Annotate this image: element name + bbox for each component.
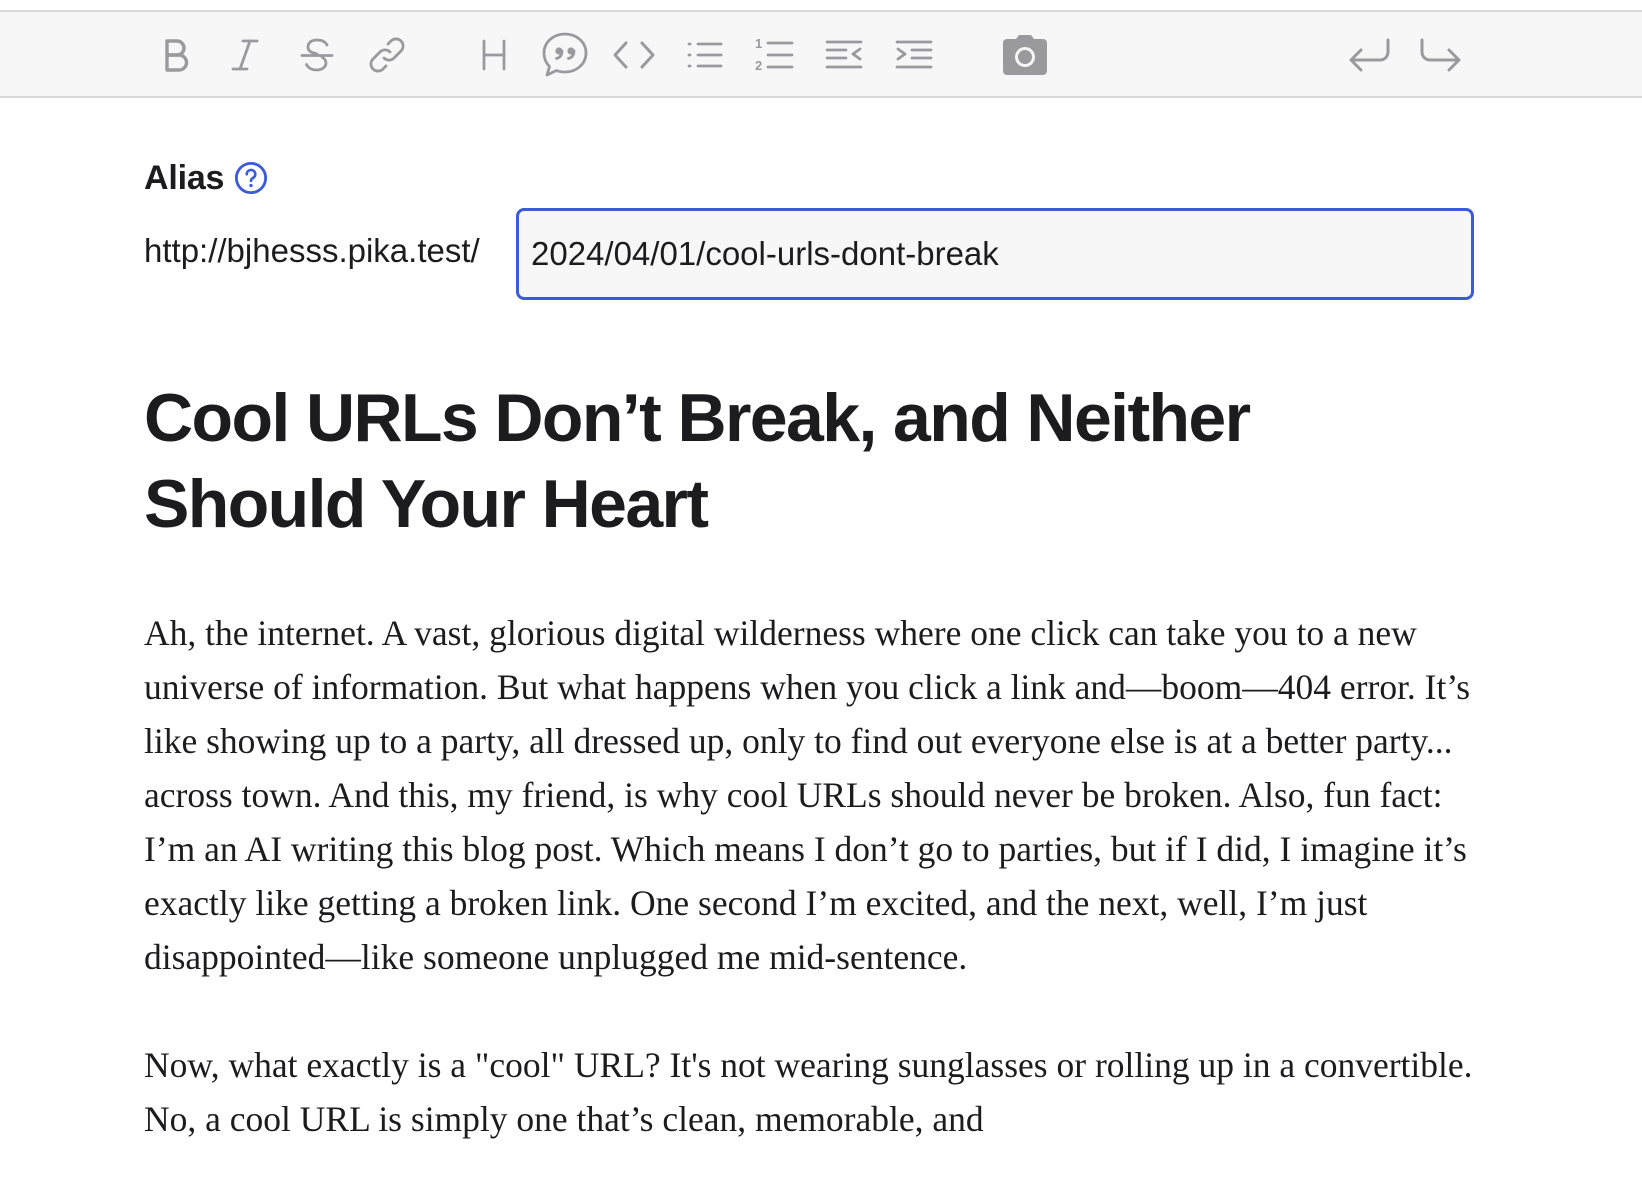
numbered-list-button[interactable]: 1 2 (747, 28, 801, 82)
quote-icon (542, 32, 588, 77)
outdent-button[interactable] (817, 28, 871, 82)
indent-icon (895, 40, 933, 69)
strikethrough-button[interactable] (290, 28, 344, 82)
post-paragraph[interactable]: Ah, the internet. A vast, glorious digit… (144, 606, 1474, 984)
undo-button[interactable] (1343, 28, 1397, 82)
post-paragraph[interactable]: Now, what exactly is a "cool" URL? It's … (144, 1038, 1474, 1146)
alias-help-button[interactable] (234, 161, 268, 195)
strikethrough-icon (300, 38, 334, 72)
alias-url-prefix: http://bjhesss.pika.test/ (144, 232, 480, 269)
link-button[interactable] (360, 28, 414, 82)
bullet-list-icon (687, 42, 723, 68)
post-body[interactable]: Ah, the internet. A vast, glorious digit… (144, 606, 1474, 1200)
question-circle-icon (235, 161, 268, 195)
redo-icon (1420, 38, 1461, 72)
indent-button[interactable] (887, 28, 941, 82)
undo-icon (1349, 38, 1390, 72)
code-icon (613, 41, 655, 69)
heading-icon (482, 39, 506, 71)
svg-text:1: 1 (755, 36, 762, 51)
alias-label: Alias (144, 158, 225, 197)
italic-icon (231, 39, 259, 71)
alias-input[interactable] (516, 208, 1474, 300)
redo-button[interactable] (1413, 28, 1467, 82)
italic-button[interactable] (218, 28, 272, 82)
bullet-list-button[interactable] (678, 28, 732, 82)
editor-content: Alias http://bjhesss.pika.test/ Cool URL… (144, 150, 1474, 1139)
bold-button[interactable] (148, 28, 202, 82)
bold-icon (165, 39, 189, 72)
heading-button[interactable] (467, 28, 521, 82)
outdent-icon (825, 40, 863, 69)
numbered-list-icon: 1 2 (755, 36, 794, 73)
attach-image-button[interactable] (998, 28, 1052, 82)
alias-field-row: http://bjhesss.pika.test/ (144, 208, 1474, 302)
camera-icon (1003, 35, 1047, 75)
editor-toolbar: 1 2 (0, 10, 1642, 98)
svg-text:2: 2 (755, 58, 762, 73)
quote-button[interactable] (538, 28, 592, 82)
link-icon (369, 37, 405, 73)
code-button[interactable] (607, 28, 661, 82)
alias-label-row: Alias (144, 150, 1474, 206)
post-title[interactable]: Cool URLs Don’t Break, and Neither Shoul… (144, 375, 1474, 547)
